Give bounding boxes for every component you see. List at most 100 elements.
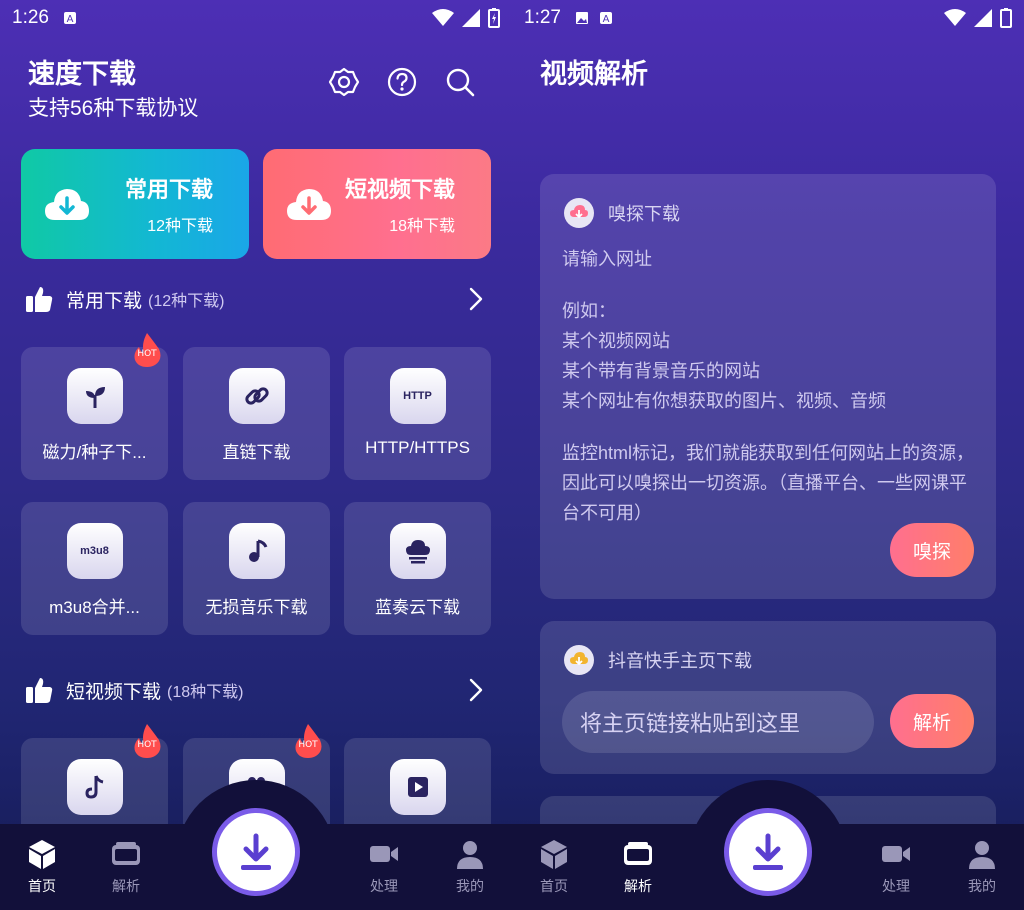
parse-screen: 1:27 A 视频解析 嗅探下载 请输入网址 例如： 某个视频网站 某个带有背景… <box>512 0 1024 910</box>
hint-line: 例如： <box>562 301 616 321</box>
card-title: 常用下载 <box>124 177 213 202</box>
sniff-card: 嗅探下载 请输入网址 例如： 某个视频网站 某个带有背景音乐的网站 某个网址有你… <box>540 174 996 599</box>
user-icon <box>969 841 995 869</box>
tile-label: 直链下载 <box>222 443 291 462</box>
image-icon <box>575 12 588 24</box>
section-short-video[interactable]: 短视频下载 (18种下载) <box>24 673 486 707</box>
help-icon[interactable] <box>386 66 418 98</box>
nav-parse[interactable]: 解析 <box>96 838 156 896</box>
nav-label: 解析 <box>624 878 652 894</box>
card-title: 嗅探下载 <box>608 204 680 224</box>
nav-process[interactable]: 处理 <box>354 838 414 896</box>
http-icon: HTTP <box>389 368 446 424</box>
signal-icon <box>462 9 480 27</box>
nav-label: 我的 <box>456 878 484 894</box>
nav-process[interactable]: 处理 <box>866 838 926 896</box>
download-fab[interactable] <box>724 808 812 896</box>
wallet-icon <box>624 842 652 865</box>
video-icon <box>882 846 910 862</box>
tile-label: 磁力/种子下... <box>42 443 147 462</box>
hint-line: 某个带有背景音乐的网站 <box>562 361 760 381</box>
cube-icon <box>541 840 567 869</box>
hint-line <box>562 274 982 296</box>
douyin-logo-icon <box>564 645 594 675</box>
nav-mine[interactable]: 我的 <box>440 838 500 896</box>
hot-text: HOT <box>137 740 157 750</box>
page-title: 速度下载 <box>28 59 136 89</box>
search-icon[interactable] <box>444 66 476 98</box>
tile-label: 无损音乐下载 <box>205 598 308 617</box>
nav-home[interactable]: 首页 <box>524 838 584 896</box>
sprout-icon <box>66 368 123 424</box>
hot-badge: HOT <box>295 724 322 758</box>
music-note-icon <box>228 523 285 579</box>
settings-icon[interactable] <box>328 66 360 98</box>
url-textarea[interactable]: 请输入网址 例如： 某个视频网站 某个带有背景音乐的网站 某个网址有你想获取的图… <box>562 244 982 528</box>
chevron-right-icon[interactable] <box>466 286 486 312</box>
hot-text: HOT <box>298 740 318 750</box>
tiktok-icon <box>66 759 123 815</box>
section-common-download[interactable]: 常用下载 (12种下载) <box>24 282 486 316</box>
svg-text:A: A <box>67 14 74 25</box>
m3u8-icon: m3u8 <box>66 523 123 579</box>
short-video-download-card[interactable]: 短视频下载 18种下载 <box>263 149 491 259</box>
hot-text: HOT <box>137 349 157 359</box>
status-bar: 1:26 A <box>0 0 512 36</box>
top-actions <box>328 66 476 98</box>
card-title: 短视频下载 <box>344 177 455 202</box>
chevron-right-icon[interactable] <box>466 677 486 703</box>
sniff-button[interactable]: 嗅探 <box>890 523 974 577</box>
thumbs-up-icon <box>26 678 53 703</box>
notification-icon: A <box>599 12 612 25</box>
nav-label: 我的 <box>968 878 996 894</box>
tile-m3u8[interactable]: m3u8 m3u8合并... <box>21 502 168 635</box>
cube-icon <box>29 840 55 869</box>
parse-button[interactable]: 解析 <box>890 694 974 748</box>
hint-line: 某个网址有你想获取的图片、视频、音频 <box>562 391 886 411</box>
download-icon <box>753 833 783 870</box>
hint-line <box>562 416 982 438</box>
nav-home[interactable]: 首页 <box>12 838 72 896</box>
tile-lanzou-cloud[interactable]: 蓝奏云下载 <box>344 502 491 635</box>
wallet-icon <box>112 842 140 865</box>
svg-text:A: A <box>603 14 610 25</box>
user-icon <box>457 841 483 869</box>
tile-label: m3u8合并... <box>49 598 140 617</box>
card-header: 抖音快手主页下载 <box>564 645 752 675</box>
nav-mine[interactable]: 我的 <box>952 838 1012 896</box>
card-header: 嗅探下载 <box>564 198 680 228</box>
cloud-download-icon <box>287 189 331 220</box>
battery-icon <box>488 8 500 28</box>
nav-parse[interactable]: 解析 <box>608 838 668 896</box>
hint-line: 某个视频网站 <box>562 331 670 351</box>
homepage-link-input[interactable]: 将主页链接粘贴到这里 <box>562 691 874 753</box>
tile-http[interactable]: HTTP HTTP/HTTPS <box>344 347 491 480</box>
notification-icon: A <box>63 12 76 25</box>
common-download-card[interactable]: 常用下载 12种下载 <box>21 149 249 259</box>
wifi-icon <box>944 9 966 26</box>
download-icon <box>241 833 271 870</box>
page-title: 视频解析 <box>540 59 648 89</box>
nav-label: 解析 <box>112 878 140 894</box>
status-time: 1:26 <box>12 7 49 28</box>
status-bar: 1:27 A <box>512 0 1024 36</box>
section-label: 常用下载 <box>66 290 143 312</box>
tile-lossless-music[interactable]: 无损音乐下载 <box>183 502 330 635</box>
section-count: (18种下载) <box>167 684 244 701</box>
card-subtitle: 12种下载 <box>147 218 213 235</box>
play-icon <box>389 759 446 815</box>
cloud-icon <box>389 523 446 579</box>
card-title: 抖音快手主页下载 <box>608 651 752 671</box>
sniff-logo-icon <box>564 198 594 228</box>
hint-line: 监控html标记，我们就能获取到任何网站上的资源，因此可以嗅探出一切资源。（直播… <box>562 443 975 523</box>
tile-direct-link[interactable]: 直链下载 <box>183 347 330 480</box>
hint-line: 请输入网址 <box>562 249 652 269</box>
battery-icon <box>1000 8 1012 28</box>
nav-label: 处理 <box>882 878 910 894</box>
card-subtitle: 18种下载 <box>389 218 455 235</box>
thumbs-up-icon <box>26 287 53 312</box>
tile-label: HTTP/HTTPS <box>365 438 470 457</box>
download-fab[interactable] <box>212 808 300 896</box>
link-icon <box>228 368 285 424</box>
status-time: 1:27 <box>524 7 561 28</box>
